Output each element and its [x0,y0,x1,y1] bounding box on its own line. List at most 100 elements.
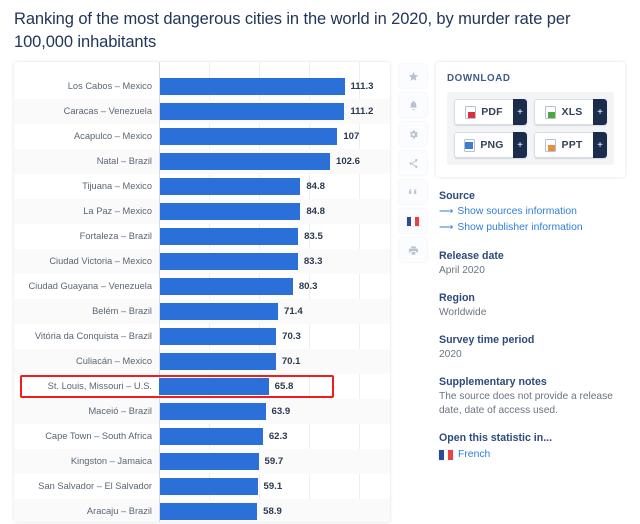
chart-row-label: St. Louis, Missouri – U.S. [47,381,152,391]
chart-bar[interactable] [159,303,278,320]
chart-row[interactable]: Belém – Brazil 71.4 [14,299,390,324]
chart-bar[interactable] [159,78,345,95]
chart-row[interactable]: Los Cabos – Mexico 111.3 [14,74,390,99]
download-pdf-options[interactable]: + [513,99,527,125]
chart-bar-value: 71.4 [284,306,303,317]
chart-row[interactable]: Cape Town – South Africa 62.3 [14,424,390,449]
language-link-french[interactable]: French [439,449,622,460]
download-xls-options[interactable]: + [593,99,607,125]
favorite-button[interactable] [399,64,427,88]
chart-row[interactable]: Maceió – Brazil 63.9 [14,399,390,424]
chart-row-label: Culiacán – Mexico [76,356,152,366]
chart-row-label: Acapulco – Mexico [73,131,152,141]
chart-row-label: Kingston – Jamaica [70,456,152,466]
chart-row-label: Belém – Brazil [92,306,152,316]
chart-bar[interactable] [159,278,293,295]
language-french-button[interactable] [399,209,427,233]
chart-bar-value: 59.7 [264,456,284,467]
chart-bar[interactable] [159,478,258,495]
chart-row[interactable]: Natal – Brazil 102.6 [14,149,390,174]
chart-bar-wrap: 59.7 [159,449,390,474]
chart-bar[interactable] [159,128,338,145]
chart-row[interactable]: Kingston – Jamaica 59.7 [14,449,390,474]
xls-file-icon [545,105,557,119]
chart-bar[interactable] [159,403,266,420]
chart-bar[interactable] [159,428,263,445]
chart-bar-value: 59.1 [263,481,283,492]
chart-row[interactable]: Culiacán – Mexico 70.1 [14,349,390,374]
download-xls-label: XLS [561,106,583,118]
chart-bar[interactable] [159,328,277,345]
chart-row[interactable]: Caracas – Venezuela 111.2 [14,99,390,124]
chart-bar-value: 84.8 [306,206,326,217]
chart-row[interactable]: St. Louis, Missouri – U.S. 65.8 [14,374,390,399]
chart-bar[interactable] [159,103,345,120]
show-sources-link[interactable]: ⟶ Show sources information [439,204,622,220]
chart-bar[interactable] [159,178,301,195]
side-toolbar [390,62,436,262]
chart-row-label: Vitória da Conquista – Brazil [34,331,152,341]
alert-button[interactable] [399,93,427,117]
chart-bar-wrap: 102.6 [159,149,390,174]
arrow-right-icon: ⟶ [439,222,454,233]
download-pdf-button[interactable]: PDF + [454,99,527,125]
chart-row-label: Fortaleza – Brazil [79,231,152,241]
download-pdf-main[interactable]: PDF [454,99,513,125]
chart-row[interactable]: Vitória da Conquista – Brazil 70.3 [14,324,390,349]
chart-bar[interactable] [159,353,276,370]
chart-bar-wrap: 107 [159,124,390,149]
bar-chart: Los Cabos – Mexico 111.3 Caracas – Venezue… [14,62,390,522]
ppt-file-icon [545,138,557,152]
chart-bar[interactable] [159,153,330,170]
region-heading: Region [439,292,475,304]
download-png-main[interactable]: PNG [454,132,513,158]
settings-button[interactable] [399,122,427,146]
download-xls-button[interactable]: XLS + [534,99,607,125]
chart-row-label: Aracaju – Brazil [86,506,152,516]
chart-row-label: Cape Town – South Africa [45,431,152,441]
chart-row[interactable]: La Paz – Mexico 84.8 [14,199,390,224]
download-card: DOWNLOAD PDF + XLS + PNG + PPT + [436,62,625,177]
chart-bar[interactable] [159,378,269,395]
chart-bar-wrap: 59.1 [159,474,390,499]
french-flag-icon [439,449,454,460]
language-label: French [458,449,491,460]
chart-bar[interactable] [159,203,301,220]
gear-icon [408,129,419,140]
chart-card: Los Cabos – Mexico 111.3 Caracas – Venezue… [14,62,390,522]
chart-bar-value: 111.3 [350,81,374,92]
chart-bar[interactable] [159,503,258,520]
chart-row[interactable]: Ciudad Victoria – Mexico 83.3 [14,249,390,274]
chart-bar-value: 65.8 [274,381,294,392]
download-ppt-button[interactable]: PPT + [534,132,607,158]
chart-bar[interactable] [159,228,299,245]
chart-bar-wrap: 83.5 [159,224,390,249]
chart-row[interactable]: Fortaleza – Brazil 83.5 [14,224,390,249]
chart-row[interactable]: Acapulco – Mexico 107 [14,124,390,149]
chart-bar[interactable] [159,453,259,470]
chart-row[interactable]: Aracaju – Brazil 58.9 [14,499,390,522]
download-png-button[interactable]: PNG + [454,132,527,158]
print-icon [408,245,419,256]
share-button[interactable] [399,151,427,175]
chart-row[interactable]: Tijuana – Mexico 84.8 [14,174,390,199]
chart-row[interactable]: San Salvador – El Salvador 59.1 [14,474,390,499]
chart-bar-wrap: 111.2 [159,99,390,124]
source-heading: Source [439,190,475,202]
download-heading: DOWNLOAD [447,73,511,84]
download-ppt-options[interactable]: + [593,132,607,158]
chart-bar[interactable] [159,253,298,270]
download-png-options[interactable]: + [513,132,527,158]
content-area: Los Cabos – Mexico 111.3 Caracas – Venezue… [0,54,640,522]
chart-bar-value: 111.2 [350,106,374,117]
show-publisher-link[interactable]: ⟶ Show publisher information [439,220,622,236]
citation-button[interactable] [399,180,427,204]
chart-rows: Los Cabos – Mexico 111.3 Caracas – Venezue… [14,74,390,522]
print-button[interactable] [399,238,427,262]
chart-row-label: Ciudad Guayana – Venezuela [28,281,152,291]
chart-bar-value: 58.9 [263,506,282,517]
survey-period-heading: Survey time period [439,334,535,346]
chart-row[interactable]: Ciudad Guayana – Venezuela 80.3 [14,274,390,299]
download-ppt-main[interactable]: PPT [534,132,593,158]
download-xls-main[interactable]: XLS [534,99,593,125]
